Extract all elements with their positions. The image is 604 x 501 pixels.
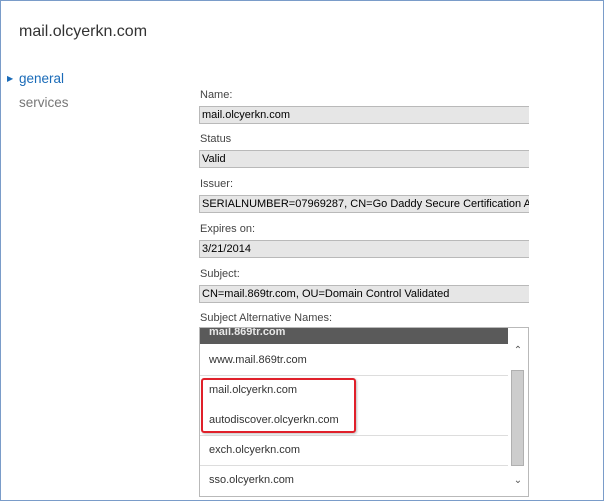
status-label: Status	[200, 133, 232, 145]
nav-item-services[interactable]: services	[1, 93, 121, 117]
chevron-up-icon[interactable]: ⌃	[512, 346, 524, 356]
nav-item-label: services	[19, 95, 69, 110]
chevron-down-icon[interactable]: ⌄	[512, 476, 524, 486]
certificate-details-window: mail.olcyerkn.com ▶ general services Nam…	[0, 0, 604, 501]
list-divider	[200, 465, 508, 466]
list-item-selected[interactable]: mail.869tr.com	[200, 328, 508, 344]
name-label: Name:	[200, 89, 233, 101]
side-nav: ▶ general services	[1, 69, 121, 117]
list-divider	[200, 435, 508, 436]
expires-label: Expires on:	[200, 223, 256, 235]
issuer-label: Issuer:	[200, 178, 234, 190]
nav-item-label: general	[19, 71, 65, 86]
vertical-scrollbar[interactable]: ⌃ ⌄	[508, 328, 528, 496]
window-title: mail.olcyerkn.com	[19, 23, 148, 40]
nav-item-general[interactable]: ▶ general	[1, 69, 121, 93]
triangle-right-icon: ▶	[7, 74, 14, 83]
scroll-thumb[interactable]	[511, 370, 524, 466]
expires-field[interactable]: 3/21/2014	[199, 240, 529, 258]
san-label: Subject Alternative Names:	[200, 312, 333, 324]
highlight-annotation	[201, 378, 356, 433]
list-item[interactable]: exch.olcyerkn.com	[209, 444, 300, 456]
subject-label: Subject:	[200, 268, 240, 280]
subject-field[interactable]: CN=mail.869tr.com, OU=Domain Control Val…	[199, 285, 529, 303]
list-divider	[200, 375, 508, 376]
status-field[interactable]: Valid	[199, 150, 529, 168]
issuer-field[interactable]: SERIALNUMBER=07969287, CN=Go Daddy Secur…	[199, 195, 529, 213]
name-field[interactable]: mail.olcyerkn.com	[199, 106, 529, 124]
list-item[interactable]: sso.olcyerkn.com	[209, 474, 294, 486]
list-item[interactable]: www.mail.869tr.com	[209, 354, 307, 366]
